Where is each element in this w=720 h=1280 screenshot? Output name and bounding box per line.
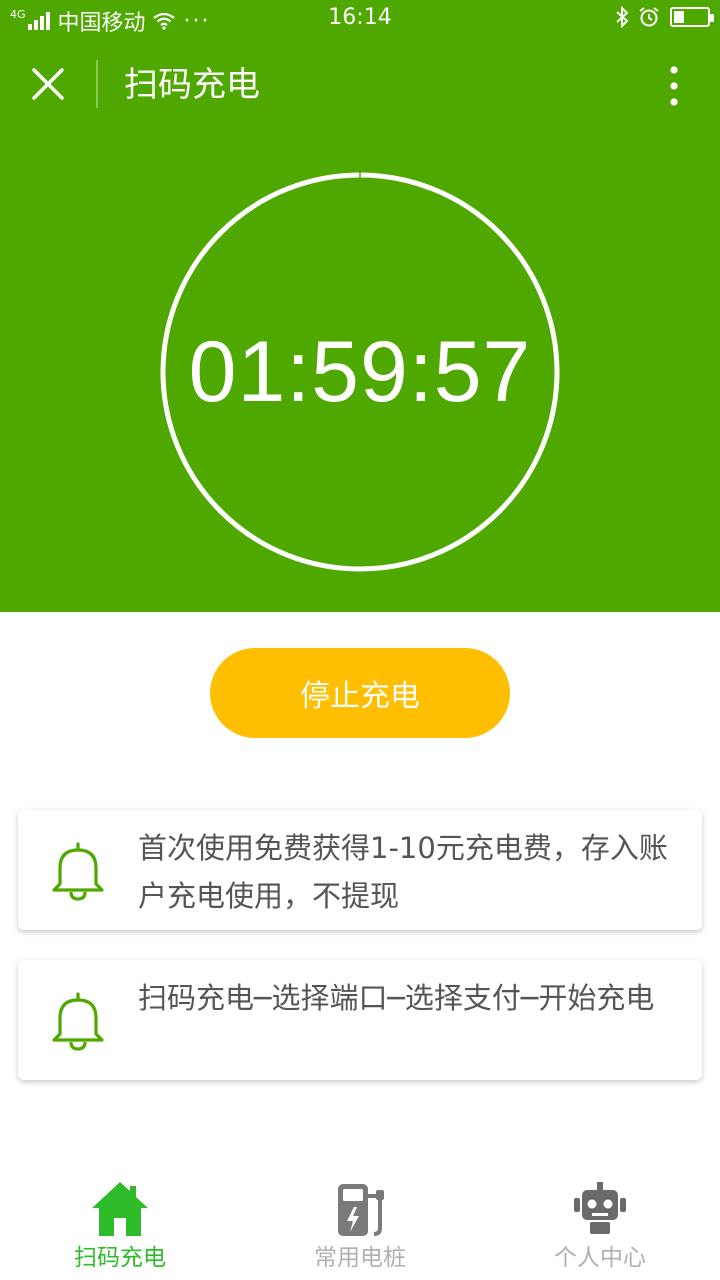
hero-header: 4G 中国移动 ··· 16:14 扫码充电 01:59:57 (0, 0, 720, 612)
status-bar: 4G 中国移动 ··· 16:14 (0, 0, 720, 40)
tab-label: 扫码充电 (74, 1245, 166, 1271)
tab-favorite-piles[interactable]: 常用电桩 (240, 1172, 480, 1280)
robot-icon (574, 1182, 626, 1234)
battery-icon (670, 7, 714, 27)
tab-label: 个人中心 (554, 1245, 646, 1271)
bell-icon (52, 992, 104, 1051)
nav-divider (96, 60, 98, 108)
notice-card: 扫码充电─选择端口─选择支付─开始充电 (18, 960, 702, 1080)
notice-text: 首次使用免费获得1-10元充电费，存入账户充电使用，不提现 (138, 831, 668, 913)
alarm-icon (639, 7, 659, 27)
bottom-tab-bar: 扫码充电 常用电桩 个人中心 (0, 1172, 720, 1280)
charging-timer: 01:59:57 (160, 172, 560, 572)
page-title: 扫码充电 (124, 65, 260, 105)
status-right (606, 6, 714, 28)
notice-text: 扫码充电─选择端口─选择支付─开始充电 (138, 981, 655, 1015)
timer-value: 01:59:57 (188, 323, 532, 420)
charging-pile-icon (338, 1184, 384, 1236)
notice-card: 首次使用免费获得1-10元充电费，存入账户充电使用，不提现 (18, 810, 702, 930)
navbar: 扫码充电 (0, 40, 720, 130)
stop-charging-button[interactable]: 停止充电 (210, 648, 510, 738)
tab-label: 常用电桩 (314, 1245, 406, 1271)
more-menu-icon[interactable] (664, 64, 684, 108)
home-icon (92, 1182, 148, 1236)
bell-icon (52, 842, 104, 901)
tab-scan-charge[interactable]: 扫码充电 (0, 1172, 240, 1280)
screen: 4G 中国移动 ··· 16:14 扫码充电 01:59:57 停止充电 首次使… (0, 0, 720, 1280)
bluetooth-icon (616, 6, 629, 28)
close-icon[interactable] (28, 64, 68, 104)
tab-personal-center[interactable]: 个人中心 (480, 1172, 720, 1280)
